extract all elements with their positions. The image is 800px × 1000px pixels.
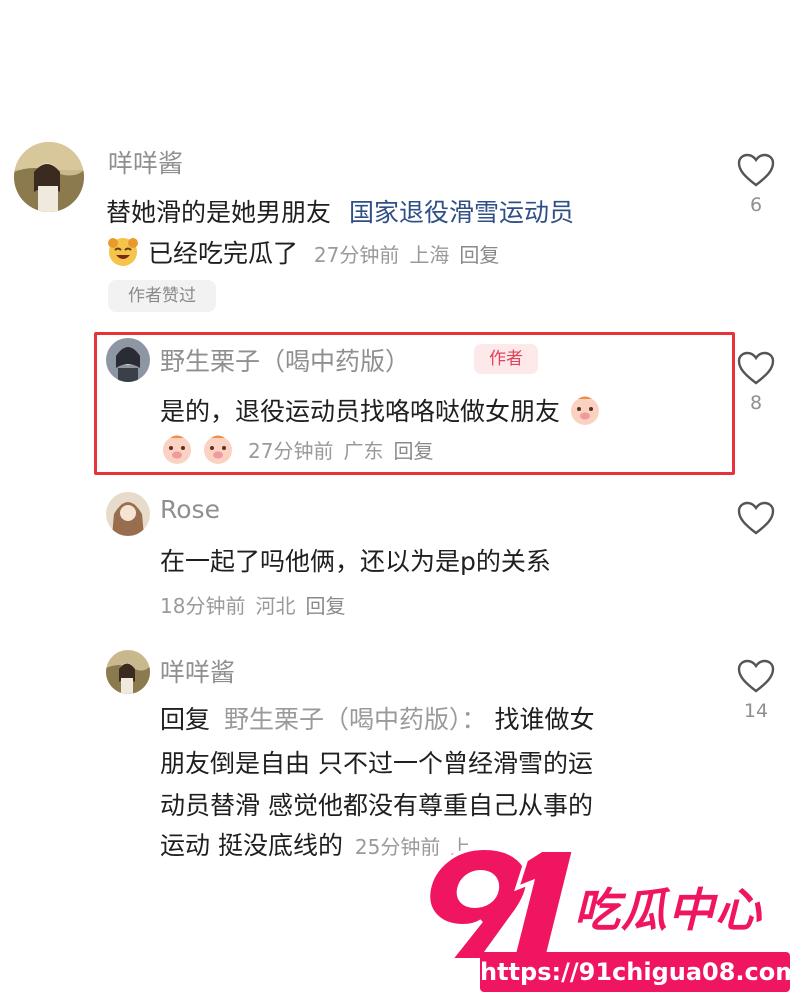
comment-text: 替她滑的是她男朋友 国家退役滑雪运动员: [106, 193, 574, 229]
like-count: [731, 542, 781, 564]
comment-text-main: 是的，退役运动员找咯咯哒做女朋友: [160, 397, 561, 426]
comment-meta: 27分钟前 广东 回复: [248, 439, 443, 463]
comment-meta: 27分钟前 上海 回复: [314, 243, 509, 267]
avatar[interactable]: [106, 338, 150, 382]
watermark-brand: 吃瓜中心: [574, 883, 762, 937]
pig-face-emoji-icon: [568, 393, 602, 433]
timestamp: 27分钟前: [248, 439, 334, 463]
comment-text-main: 找谁做女: [494, 705, 595, 734]
comment-text-tail: 已经吃完瓜了: [147, 239, 298, 268]
avatar[interactable]: [106, 492, 150, 536]
like-button[interactable]: 8: [731, 350, 781, 414]
heart-outline-icon: [737, 659, 775, 693]
like-button[interactable]: 6: [731, 152, 781, 216]
avatar-image: [106, 650, 150, 694]
reply-prefix: 回复: [160, 705, 211, 734]
comment-text-line3: 动员替滑 感觉他都没有尊重自己从事的: [160, 791, 593, 820]
like-button[interactable]: 14: [731, 658, 781, 722]
comment-text: 是的，退役运动员找咯咯哒做女朋友: [160, 392, 602, 433]
timestamp: 27分钟前: [313, 243, 400, 267]
comment-text-line1: 回复 野生栗子（喝中药版）： 找谁做女: [160, 700, 594, 736]
location: 广东: [343, 439, 384, 463]
comment-meta: 18分钟前 河北 回复: [160, 590, 355, 619]
author-liked-badge: 作者赞过: [108, 280, 216, 312]
heart-outline-icon: [737, 501, 775, 535]
reply-button[interactable]: 回复: [305, 594, 345, 618]
location: 河北: [255, 594, 296, 618]
pig-face-emoji-icon: [160, 432, 194, 472]
topic-link[interactable]: 国家退役滑雪运动员: [349, 198, 574, 227]
comment-text-line2: 朋友倒是自由 只不过一个曾经滑雪的运: [160, 749, 593, 778]
author-tag: 作者: [474, 344, 538, 374]
comment-text: 在一起了吗他俩，还以为是p的关系: [160, 547, 551, 576]
comment-text-tail: 运动 挺没底线的: [160, 831, 343, 860]
reply-to-username[interactable]: 野生栗子（喝中药版）：: [224, 705, 487, 734]
avatar[interactable]: [14, 142, 84, 212]
like-count: 6: [749, 194, 763, 216]
avatar-image: [106, 492, 150, 536]
username[interactable]: 咩咩酱: [108, 144, 183, 180]
watermark-logo-number: 91: [416, 838, 586, 968]
avatar-image: [14, 142, 84, 212]
reply-button[interactable]: 回复: [393, 439, 433, 463]
like-count: 14: [743, 700, 769, 722]
comment-text-main: 替她滑的是她男朋友: [106, 198, 332, 227]
heart-outline-icon: [737, 153, 775, 187]
like-count: 8: [749, 392, 763, 414]
username[interactable]: 野生栗子（喝中药版）: [160, 342, 410, 378]
like-button[interactable]: [731, 500, 781, 564]
watermark-url[interactable]: https://91chigua08.com: [480, 952, 800, 992]
comment-text-line2: 27分钟前 广东 回复: [160, 432, 443, 472]
heart-outline-icon: [737, 351, 775, 385]
username[interactable]: Rose: [160, 495, 220, 524]
reply-button[interactable]: 回复: [459, 243, 499, 267]
laughing-emoji-icon: [106, 235, 140, 275]
pig-face-emoji-icon: [201, 432, 235, 472]
timestamp: 18分钟前: [160, 594, 246, 618]
username[interactable]: 咩咩酱: [160, 653, 235, 689]
avatar[interactable]: [106, 650, 150, 694]
avatar-image: [106, 338, 150, 382]
comment-text-line2: 已经吃完瓜了 27分钟前 上海 回复: [106, 234, 509, 275]
location: 上海: [409, 243, 450, 267]
